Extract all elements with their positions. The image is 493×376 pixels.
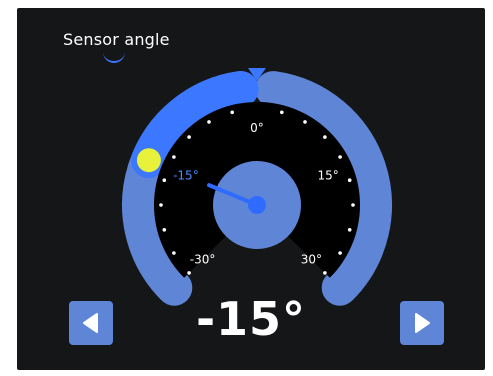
tick-dot — [351, 203, 355, 207]
tick-label-0: 0° — [250, 121, 264, 135]
tick-label-15: 15° — [317, 169, 338, 183]
tick-dot — [230, 110, 234, 115]
increase-button[interactable] — [400, 301, 444, 345]
tick-label--30: -30° — [190, 252, 216, 266]
tick-label--15: -15° — [173, 169, 199, 183]
tick-dot — [187, 271, 191, 275]
arrow-right-icon — [415, 313, 430, 333]
tick-dot — [280, 110, 284, 115]
tick-dot — [172, 155, 176, 159]
needle-pivot — [248, 196, 266, 214]
tick-dot — [323, 135, 327, 139]
tick-dot — [303, 120, 307, 124]
tick-dot — [159, 203, 163, 207]
screen: Sensor angle -30° -15° 0° 15° 30° -15° — [0, 0, 493, 376]
sensor-panel: Sensor angle -30° -15° 0° 15° 30° -15° — [17, 8, 485, 370]
tick-dot — [338, 155, 342, 159]
tick-dot — [347, 228, 352, 232]
gauge-handle[interactable] — [136, 148, 161, 173]
tick-dot — [338, 251, 342, 255]
tick-dot — [172, 251, 176, 255]
tick-label-30: 30° — [301, 252, 322, 266]
tick-dot — [162, 178, 167, 182]
tick-dot — [187, 135, 191, 139]
tick-dot — [323, 271, 327, 275]
tick-dot — [207, 120, 211, 124]
tick-dot — [347, 178, 352, 182]
arrow-left-icon — [83, 313, 98, 333]
tick-dot — [162, 228, 167, 232]
decrease-button[interactable] — [69, 301, 113, 345]
